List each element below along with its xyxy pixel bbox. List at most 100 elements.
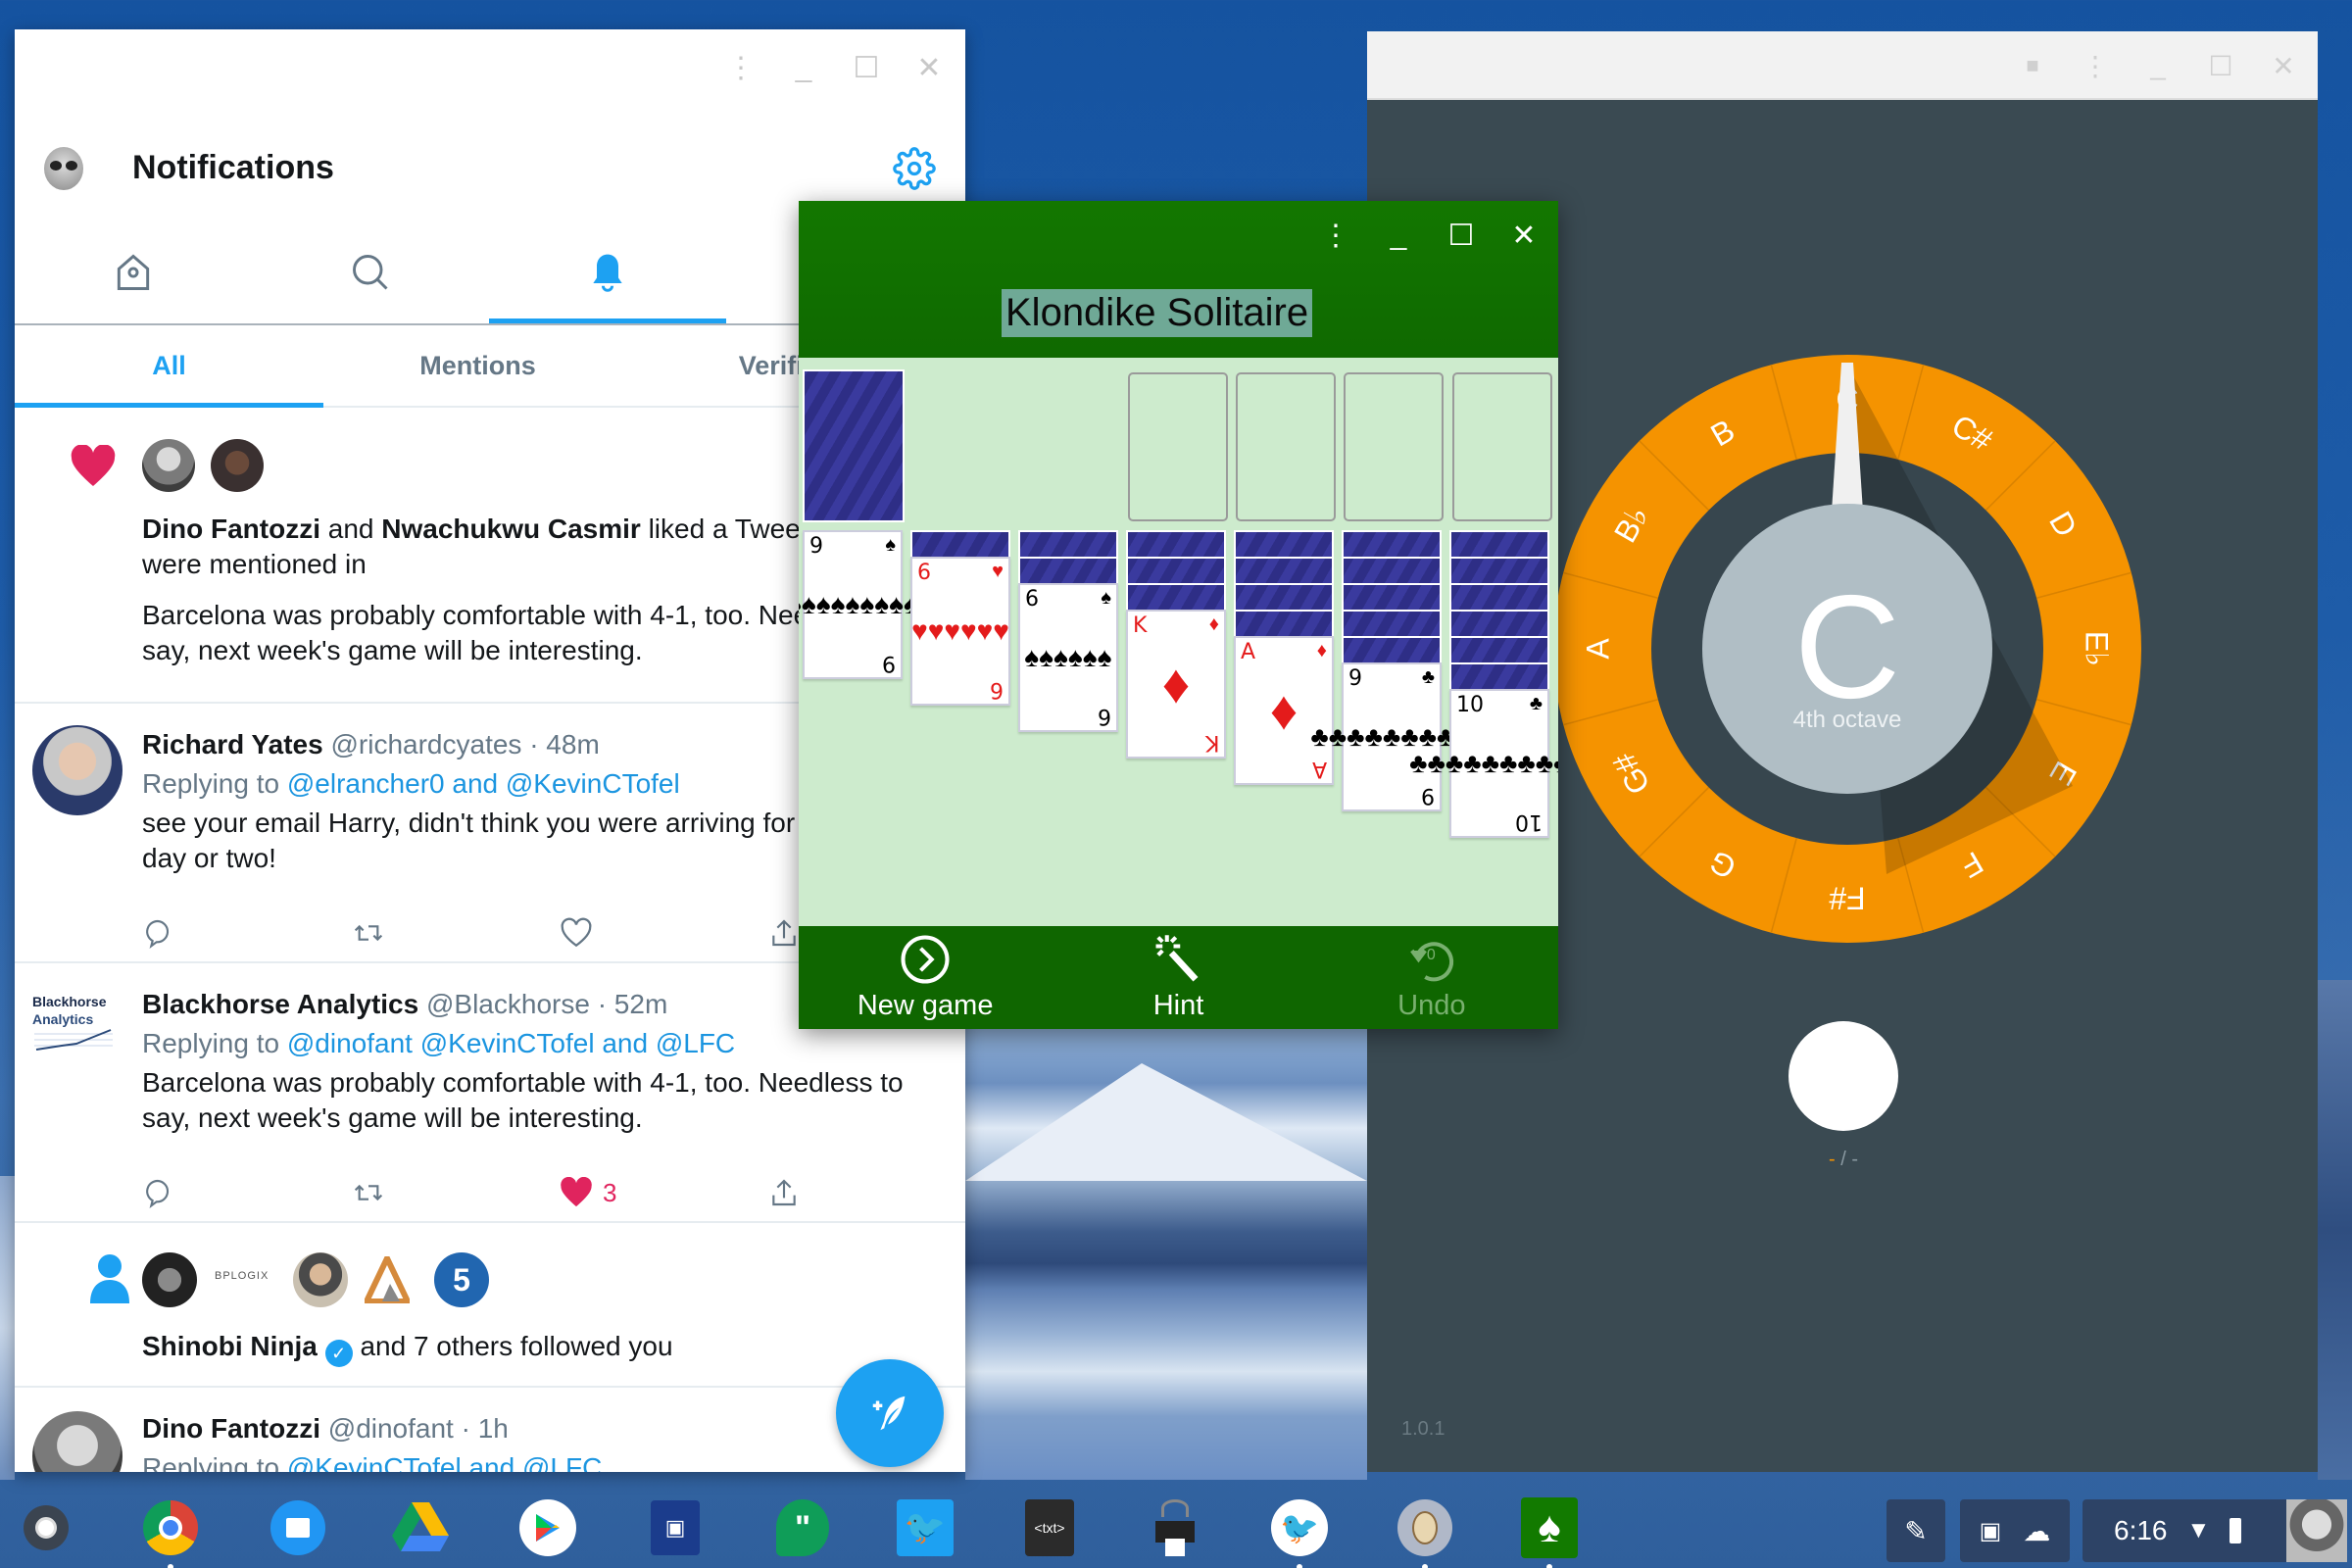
avatar-logo-triangle[interactable] <box>365 1256 410 1303</box>
playing-card[interactable]: 9 ♣ ♣♣♣♣♣♣♣♣♣ 9 <box>1310 662 1473 811</box>
heart-icon <box>71 445 116 486</box>
compose-tweet-button[interactable] <box>836 1359 944 1467</box>
foundation-slot[interactable] <box>1452 372 1552 521</box>
minimize-icon[interactable]: _ <box>1382 219 1415 252</box>
avatar[interactable] <box>211 439 264 492</box>
more-options-icon[interactable]: ⋮ <box>1319 219 1352 252</box>
reply-to-link[interactable]: @KevinCTofel and @LFC <box>287 1452 602 1472</box>
author-name[interactable]: Dino Fantozzi <box>142 1413 320 1444</box>
notification-tray[interactable]: ▣ ☁ <box>1960 1499 2070 1562</box>
reply-icon <box>146 1179 170 1208</box>
new-game-button[interactable]: New game <box>799 926 1052 1029</box>
minimize-icon[interactable]: _ <box>787 51 820 84</box>
solitaire-app[interactable]: ♠ <box>1521 1497 1578 1568</box>
playing-card[interactable]: 6 ♥ ♥♥♥♥♥♥ 6 <box>910 557 1010 706</box>
text-app[interactable]: <txt> <box>1021 1499 1078 1556</box>
nav-home[interactable] <box>15 220 252 323</box>
maximize-icon[interactable]: ☐ <box>2204 49 2237 82</box>
playing-card[interactable]: K ♦ ♦ K <box>1126 610 1226 759</box>
ratio-separator: / <box>1840 1149 1846 1170</box>
playing-card[interactable]: 9 ♠ ♠♠♠♠♠♠♠♠♠ 9 <box>799 530 918 679</box>
playing-card[interactable]: 10♣♣♣♣♣♣♣♣♣♣♣10 <box>1409 689 1558 838</box>
status-tray[interactable]: 6:16 ▼ <box>2082 1499 2347 1562</box>
note-label[interactable]: F# <box>1829 881 1866 916</box>
hint-label: Hint <box>1152 990 1204 1021</box>
avatar-logo[interactable]: BPLOGIX <box>215 1270 269 1282</box>
stock-pile[interactable] <box>803 369 905 522</box>
camera-icon[interactable]: ■ <box>2016 49 2049 82</box>
hint-button[interactable]: Hint <box>1052 926 1304 1029</box>
title-bar: ⋮ _ ☐ ✕ Klondike Solitaire <box>799 201 1558 358</box>
avatar[interactable] <box>32 725 122 815</box>
search-icon <box>353 254 388 290</box>
twitter-app-shortcut[interactable]: 🐦 <box>897 1499 954 1556</box>
reply-button[interactable] <box>142 1177 351 1208</box>
like-button[interactable] <box>560 917 768 949</box>
retweet-button[interactable] <box>351 1177 560 1208</box>
launcher-button[interactable] <box>18 1499 74 1556</box>
note-label[interactable]: A <box>1580 638 1615 660</box>
playing-card[interactable]: A ♦ ♦ A <box>1234 636 1334 785</box>
retweet-button[interactable] <box>351 917 560 949</box>
more-options-icon[interactable]: ⋮ <box>2079 49 2112 82</box>
running-indicator <box>1297 1564 1302 1568</box>
foundation-slot[interactable] <box>1344 372 1444 521</box>
share-button[interactable] <box>768 1177 965 1208</box>
reply-button[interactable] <box>142 917 351 949</box>
close-icon[interactable]: ✕ <box>912 51 946 84</box>
window-controls: ⋮ _ ☐ ✕ <box>1319 219 1541 252</box>
settings-gear-icon[interactable] <box>893 147 936 190</box>
maximize-icon[interactable]: ☐ <box>1445 219 1478 252</box>
follow-notification[interactable]: BPLOGIX 5 Shinobi Ninja ✓ and 7 others f… <box>15 1223 965 1388</box>
user-avatar[interactable] <box>2286 1499 2347 1562</box>
foundation-slot[interactable] <box>1128 372 1228 521</box>
stylus-tools-button[interactable]: ✎ <box>1886 1499 1945 1562</box>
playstation-vue-app[interactable]: ▣ <box>647 1499 704 1556</box>
undo-button[interactable]: 0 Undo <box>1305 926 1558 1029</box>
avatar[interactable]: Blackhorse Analytics <box>32 993 122 1071</box>
reply-to-link[interactable]: @elrancher0 and @KevinCTofel <box>287 768 680 799</box>
tweet-text: see your email Harry, didn't think you w… <box>142 808 818 873</box>
author-handle[interactable]: @dinofant <box>328 1413 454 1444</box>
profile-avatar[interactable] <box>44 147 83 190</box>
user-name[interactable]: Dino Fantozzi <box>142 514 320 544</box>
hangouts-app[interactable]: " <box>774 1499 831 1556</box>
files-app[interactable] <box>270 1499 326 1556</box>
tab-all[interactable]: All <box>15 325 323 408</box>
foundation-slot[interactable] <box>1236 372 1336 521</box>
nav-search[interactable] <box>252 220 489 323</box>
avatar[interactable]: 5 <box>434 1252 489 1307</box>
author-name[interactable]: Richard Yates <box>142 729 323 760</box>
user-name[interactable]: Shinobi Ninja <box>142 1331 318 1361</box>
reply-to-link[interactable]: @dinofant @KevinCTofel and @LFC <box>287 1028 735 1058</box>
close-icon[interactable]: ✕ <box>1507 219 1541 252</box>
note-label[interactable]: E♭ <box>2080 631 2115 666</box>
minimize-icon[interactable]: _ <box>2141 49 2175 82</box>
listen-button[interactable] <box>1788 1021 1898 1131</box>
avatar[interactable] <box>293 1252 348 1307</box>
nav-notifications[interactable] <box>489 220 726 323</box>
author-handle[interactable]: @richardcyates <box>330 729 521 760</box>
author-name[interactable]: Blackhorse Analytics <box>142 989 418 1019</box>
twitter-app[interactable]: 🐦 <box>1271 1499 1328 1568</box>
close-icon[interactable]: ✕ <box>2267 49 2300 82</box>
like-button[interactable]: 3 <box>560 1177 768 1208</box>
running-indicator <box>1422 1564 1428 1568</box>
google-drive-app[interactable] <box>392 1499 449 1556</box>
tweet[interactable]: Dino Fantozzi @dinofant · 1h Replying to… <box>15 1388 965 1472</box>
guitar-tuner-app[interactable] <box>1396 1499 1453 1568</box>
play-store-app[interactable] <box>519 1499 576 1556</box>
more-options-icon[interactable]: ⋮ <box>724 51 758 84</box>
retweet-icon <box>354 924 383 942</box>
avatar[interactable] <box>142 439 195 492</box>
author-handle[interactable]: @Blackhorse <box>426 989 590 1019</box>
playing-card[interactable]: 6 ♠ ♠♠♠♠♠♠ 6 <box>1018 583 1118 732</box>
cloud-print-app[interactable] <box>1147 1499 1203 1556</box>
tab-mentions[interactable]: Mentions <box>323 325 632 406</box>
user-name[interactable]: Nwachukwu Casmir <box>381 514 641 544</box>
avatar[interactable] <box>32 1411 122 1472</box>
chrome-app[interactable] <box>142 1499 199 1568</box>
page-title: Notifications <box>132 149 334 186</box>
maximize-icon[interactable]: ☐ <box>850 51 883 84</box>
avatar[interactable] <box>142 1252 197 1307</box>
